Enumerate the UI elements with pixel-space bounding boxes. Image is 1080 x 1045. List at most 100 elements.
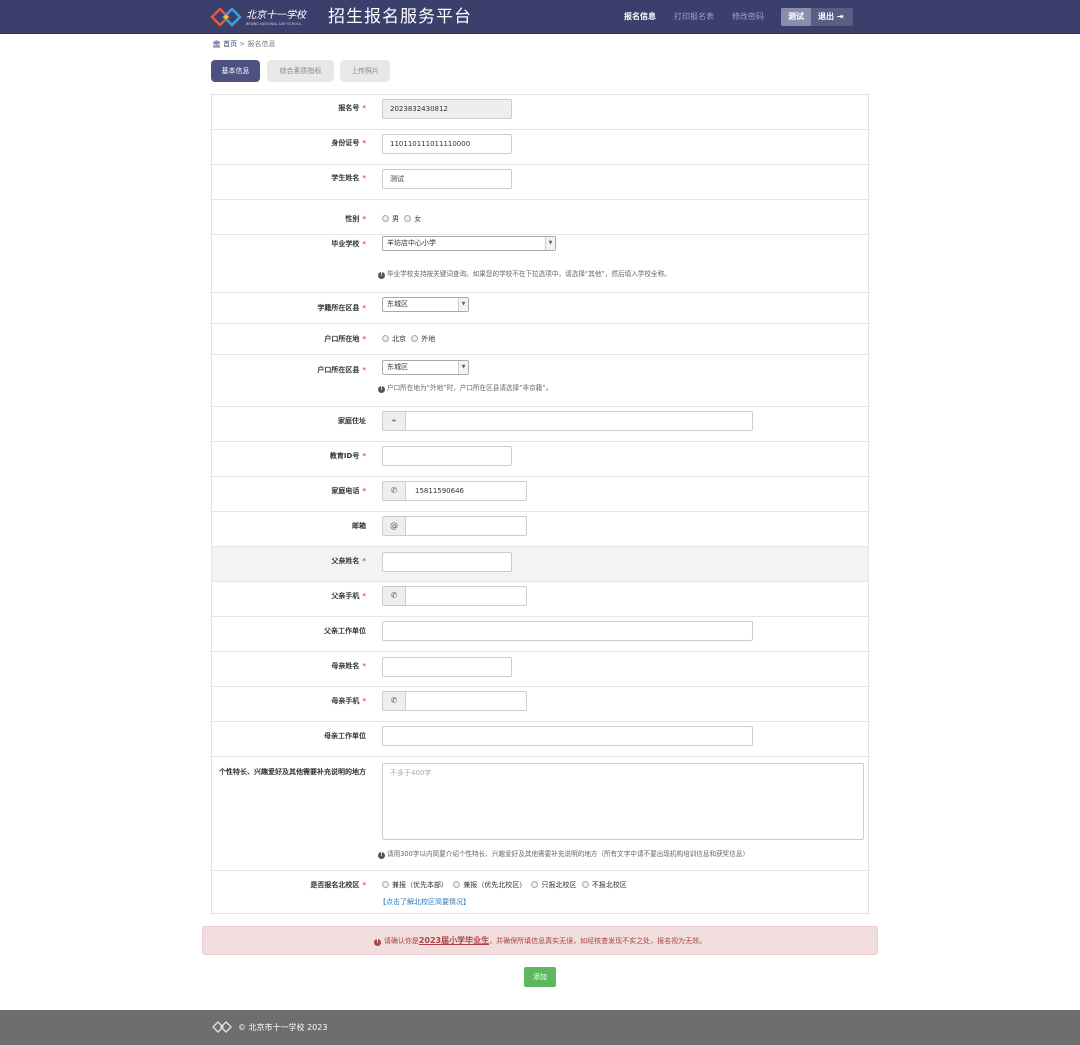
field-label: 父亲工作单位 (324, 627, 366, 635)
north-campus-option-4-radio[interactable] (581, 881, 589, 888)
hukou-other-radio[interactable] (411, 335, 419, 342)
footer-copyright: © 北京市十一学校 2023 (238, 1023, 328, 1032)
form-row-talent: 个性特长、兴趣爱好及其他需要补充说明的地方 不多于400字 ! 请用300字以内简… (212, 757, 868, 871)
svg-text:BEIJING NATIONAL DAY SCHOOL: BEIJING NATIONAL DAY SCHOOL (246, 22, 302, 26)
nav-change-password[interactable]: 修改密码 (732, 11, 764, 23)
form-row-address: 家庭住址 ⌖ (212, 407, 868, 442)
info-icon: ! (378, 272, 385, 279)
tab-basic-info[interactable]: 基本信息 (211, 60, 260, 82)
field-label: 母亲手机 * (331, 697, 366, 705)
mother-phone-input[interactable] (405, 691, 527, 711)
phone-input[interactable]: 15811590646 (405, 481, 527, 501)
field-label: 家庭电话 * (331, 487, 366, 495)
school-select[interactable]: 羊坊店中心小学 ▼ (382, 236, 556, 251)
at-icon: @ (382, 516, 406, 536)
breadcrumb-current: 报名信息 (247, 40, 276, 48)
info-icon: ! (378, 386, 385, 393)
field-label: 邮箱 (352, 522, 366, 530)
father-work-input[interactable] (382, 621, 753, 641)
id-no-input[interactable]: 110110111011110000 (382, 134, 512, 154)
form-row-father-work: 父亲工作单位 (212, 617, 868, 652)
top-header: 北京十一学校 BEIJING NATIONAL DAY SCHOOL 招生报名服… (0, 0, 1080, 34)
form-row-phone: 家庭电话 * ✆ 15811590646 (212, 477, 868, 512)
alert-prefix: 请确认你是 (383, 937, 419, 945)
logout-button[interactable]: 退出 ⇥ (818, 8, 844, 26)
nav-print-form[interactable]: 打印报名表 (674, 11, 714, 23)
hukou-radio-group: 北京 外地 (382, 334, 435, 344)
form-row-id-no: 身份证号 * 110110111011110000 (212, 130, 868, 165)
user-menu: 测试 退出 ⇥ (781, 8, 853, 26)
field-label: 是否报名北校区 * (310, 881, 366, 889)
chevron-down-icon: ▼ (545, 237, 555, 250)
form-row-father-name: 父亲姓名 * (212, 547, 868, 582)
tab-quality-index[interactable]: 综合素质指标 (267, 60, 334, 82)
hukou-district-select[interactable]: 东城区 ▼ (382, 360, 469, 375)
form-row-school: 毕业学校 * 羊坊店中心小学 ▼ ! 毕业学校支持按关键词查询。如果您的学校不在下拉选… (212, 235, 868, 293)
form-row-hukou: 户口所在地 * 北京 外地 (212, 324, 868, 355)
form-row-edu-id: 教育ID号 * (212, 442, 868, 477)
father-phone-input[interactable] (405, 586, 527, 606)
info-icon: ! (378, 852, 385, 859)
add-button[interactable]: 添加 (524, 967, 556, 987)
hukou-beijing-radio[interactable] (382, 335, 389, 342)
field-label: 个性特长、兴趣爱好及其他需要补充说明的地方 (219, 768, 366, 776)
field-label: 父亲手机 * (331, 592, 366, 600)
phone-icon: ✆ (382, 481, 406, 501)
email-input[interactable] (405, 516, 527, 536)
address-input[interactable] (405, 411, 753, 431)
site-title: 招生报名服务平台 (328, 7, 472, 27)
form-row-district: 学籍所在区县 * 东城区 ▼ (212, 293, 868, 324)
form-row-mother-name: 母亲姓名 * (212, 652, 868, 687)
student-name-input[interactable]: 测试 (382, 169, 512, 189)
breadcrumb-home[interactable]: 首页 (223, 40, 237, 48)
north-campus-option-1-radio[interactable] (382, 881, 389, 888)
user-name[interactable]: 测试 (781, 8, 811, 26)
alert-suffix: ，并确保所填信息真实无误，如经核查发现不实之处，报名视为无效。 (489, 937, 707, 945)
nav-registration-info[interactable]: 报名信息 (624, 11, 656, 23)
form-row-reg-no: 报名号 * 2023832430812 (212, 95, 868, 130)
footer: © 北京市十一学校 2023 (0, 1010, 1080, 1045)
district-select[interactable]: 东城区 ▼ (382, 297, 469, 312)
map-marker-icon: ⌖ (382, 411, 406, 431)
breadcrumb: 🏛 首页 > 报名信息 (212, 39, 275, 49)
phone-icon: ✆ (382, 691, 406, 711)
father-name-input[interactable] (382, 552, 512, 572)
form-row-north-campus: 是否报名北校区 * 兼报（优先本部） 兼报（优先北校区） 只报北校区 不报北校区 … (212, 871, 868, 914)
edu-id-input[interactable] (382, 446, 512, 466)
reg-no-field: 2023832430812 (382, 99, 512, 119)
school-logo[interactable]: 北京十一学校 BEIJING NATIONAL DAY SCHOOL (210, 6, 320, 28)
confirm-alert: ! 请确认你是2023届小学毕业生，并确保所填信息真实无误，如经核查发现不实之处，… (202, 926, 878, 955)
talent-textarea[interactable]: 不多于400字 (382, 763, 864, 840)
field-label: 身份证号 * (331, 139, 366, 147)
hukou-district-hint: ! 户口所在地为“外地”时，户口所在区县请选择“非京籍”。 (378, 383, 552, 393)
school-hint: ! 毕业学校支持按关键词查询。如果您的学校不在下拉选项中，请选择“其他”，然后填入… (378, 269, 671, 279)
form-row-mother-phone: 母亲手机 * ✆ (212, 687, 868, 722)
footer-logo (212, 1020, 233, 1034)
field-label: 教育ID号 * (329, 452, 366, 460)
tab-upload-photo[interactable]: 上传照片 (340, 60, 390, 82)
talent-hint: ! 请用300字以内简要介绍个性特长、兴趣爱好及其他需要补充说明的地方（所有文字中… (378, 849, 749, 859)
form-row-email: 邮箱 @ (212, 512, 868, 547)
north-campus-option-2-radio[interactable] (453, 881, 461, 888)
phone-icon: ✆ (382, 586, 406, 606)
chevron-down-icon: ▼ (458, 361, 468, 374)
field-label: 父亲姓名 * (331, 557, 366, 565)
mother-name-input[interactable] (382, 657, 512, 677)
chevron-down-icon: ▼ (458, 298, 468, 311)
field-label: 学生姓名 * (331, 174, 366, 182)
north-campus-info-link[interactable]: 【点击了解北校区简要情况】 (379, 897, 470, 907)
home-icon[interactable]: 🏛 (212, 40, 221, 48)
logout-icon: ⇥ (836, 12, 844, 21)
warning-icon: ! (373, 939, 381, 946)
north-campus-option-3-radio[interactable] (531, 881, 539, 888)
gender-female-radio[interactable] (404, 215, 412, 222)
north-campus-radio-group: 兼报（优先本部） 兼报（优先北校区） 只报北校区 不报北校区 (382, 880, 627, 890)
gender-male-radio[interactable] (382, 215, 389, 222)
registration-form: 报名号 * 2023832430812 身份证号 * 110110111011110… (211, 94, 869, 914)
form-row-gender: 性别 * 男 女 (212, 200, 868, 235)
mother-work-input[interactable] (382, 726, 753, 746)
field-label: 学籍所在区县 * (317, 304, 366, 312)
field-label: 户口所在区县 * (317, 366, 366, 374)
alert-emphasis: 2023届小学毕业生 (418, 936, 490, 945)
field-label: 母亲姓名 * (331, 662, 366, 670)
